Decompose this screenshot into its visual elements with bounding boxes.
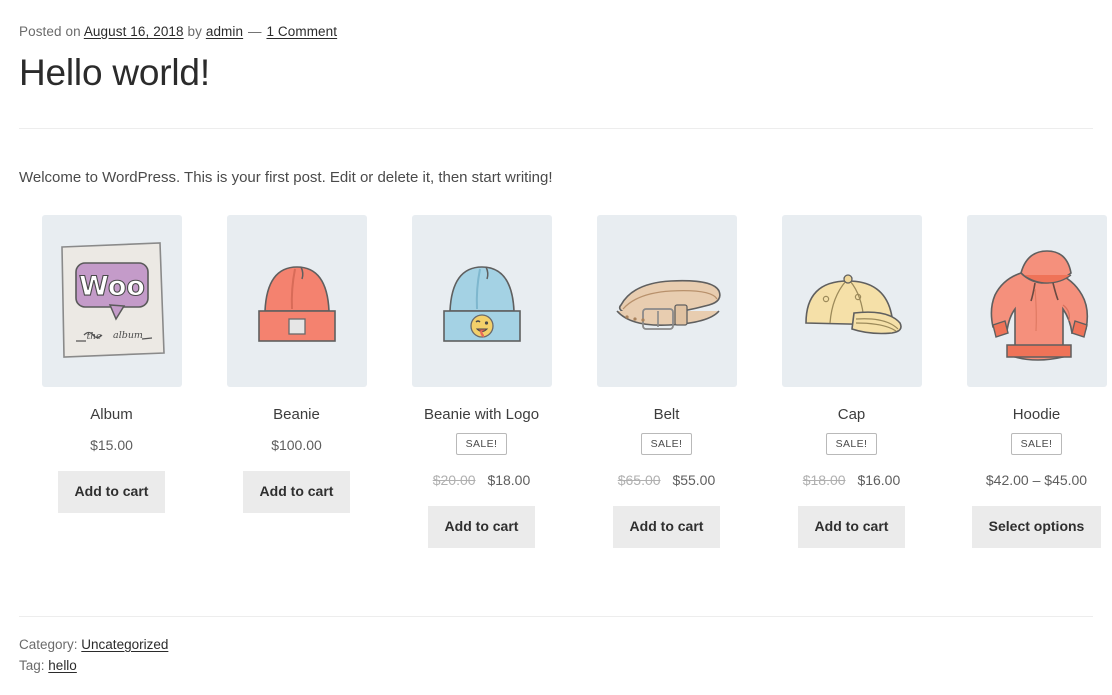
product-card[interactable]: Beanie with Logo SALE! $20.00 $18.00 Add… xyxy=(389,214,574,548)
status-badge: SALE! xyxy=(825,433,878,455)
product-thumbnail[interactable]: Woo the album xyxy=(41,214,182,387)
post-date-link[interactable]: August 16, 2018 xyxy=(84,24,184,39)
welcome-paragraph: Welcome to WordPress. This is your first… xyxy=(19,168,553,186)
product-thumbnail[interactable] xyxy=(966,214,1107,387)
add-to-cart-button[interactable]: Add to cart xyxy=(57,471,166,513)
product-price: $42.00 – $45.00 xyxy=(944,471,1112,489)
price-current: $55.00 xyxy=(672,472,716,489)
product-card[interactable]: Belt SALE! $65.00 $55.00 Add to cart xyxy=(574,214,759,548)
price-current: $100.00 xyxy=(271,437,322,454)
product-name: Belt xyxy=(653,405,680,423)
tag-link[interactable]: hello xyxy=(48,658,77,673)
sale-badge-container: SALE! xyxy=(389,433,574,459)
product-card[interactable]: Woo the album Album $15.00 Add to cart xyxy=(19,214,204,548)
category-line: Category: Uncategorized xyxy=(19,635,1093,656)
svg-text:album: album xyxy=(113,330,143,341)
category-link[interactable]: Uncategorized xyxy=(81,637,168,652)
price-original: $18.00 xyxy=(802,472,846,489)
svg-text:Woo: Woo xyxy=(79,271,145,302)
product-thumbnail[interactable] xyxy=(226,214,367,387)
tag-label: Tag: xyxy=(19,657,45,673)
album-cover-icon: Woo the album xyxy=(60,241,165,358)
price-original: $65.00 xyxy=(617,472,661,489)
add-to-cart-button[interactable]: Add to cart xyxy=(797,506,906,548)
sale-badge-container: SALE! xyxy=(944,433,1112,459)
product-price: $65.00 $55.00 xyxy=(574,471,759,489)
product-name: Beanie with Logo xyxy=(423,405,540,423)
product-name: Hoodie xyxy=(1012,405,1061,423)
product-price: $18.00 $16.00 xyxy=(759,471,944,489)
page-title: Hello world! xyxy=(19,52,210,93)
product-price: $15.00 xyxy=(19,436,204,454)
sale-badge-container: SALE! xyxy=(759,433,944,459)
post-comments-link[interactable]: 1 Comment xyxy=(266,24,337,39)
price-original: $20.00 xyxy=(432,472,476,489)
add-to-cart-button[interactable]: Add to cart xyxy=(612,506,721,548)
sale-badge-container: SALE! xyxy=(574,433,759,459)
cap-icon xyxy=(804,274,902,334)
price-current: $18.00 xyxy=(487,472,531,489)
product-thumbnail[interactable] xyxy=(781,214,922,387)
product-price: $20.00 $18.00 xyxy=(389,471,574,489)
add-to-cart-button[interactable]: Add to cart xyxy=(427,506,536,548)
product-name: Album xyxy=(90,405,133,423)
beanie-with-logo-icon xyxy=(442,265,521,342)
grid-spacer xyxy=(19,548,1093,616)
meta-separator: — xyxy=(247,24,262,39)
product-price: $100.00 xyxy=(204,436,389,454)
tag-line: Tag: hello xyxy=(19,656,1093,677)
product-grid: Woo the album Album $15.00 Add to cart B… xyxy=(19,214,1107,548)
product-card[interactable]: Beanie $100.00 Add to cart xyxy=(204,214,389,548)
by-label: by xyxy=(187,24,202,39)
entry-content: Welcome to WordPress. This is your first… xyxy=(19,129,1107,616)
entry-footer: Category: Uncategorized Tag: hello xyxy=(19,617,1093,677)
product-thumbnail[interactable] xyxy=(596,214,737,387)
belt-icon xyxy=(615,279,721,330)
status-badge: SALE! xyxy=(640,433,693,455)
hoodie-icon xyxy=(990,249,1088,361)
posted-on-label: Posted on xyxy=(19,24,81,39)
price-current: $16.00 xyxy=(857,472,901,489)
product-card[interactable]: Cap SALE! $18.00 $16.00 Add to cart xyxy=(759,214,944,548)
status-badge: SALE! xyxy=(455,433,508,455)
beanie-icon xyxy=(257,265,336,342)
price-current: $15.00 xyxy=(90,437,133,454)
add-to-cart-button[interactable]: Add to cart xyxy=(242,471,351,513)
product-card[interactable]: Hoodie SALE! $42.00 – $45.00 Select opti… xyxy=(944,214,1112,548)
product-name: Beanie xyxy=(273,405,320,423)
post-author-link[interactable]: admin xyxy=(206,24,243,39)
select-options-button[interactable]: Select options xyxy=(971,506,1102,548)
svg-text:the: the xyxy=(86,332,101,342)
post-page: Posted on August 16, 2018 by admin — 1 C… xyxy=(0,0,1112,677)
price-current: $42.00 – $45.00 xyxy=(985,472,1088,489)
product-name: Cap xyxy=(837,405,866,423)
category-label: Category: xyxy=(19,636,78,652)
entry-meta: Posted on August 16, 2018 by admin — 1 C… xyxy=(19,0,1093,39)
product-thumbnail[interactable] xyxy=(411,214,552,387)
status-badge: SALE! xyxy=(1010,433,1063,455)
